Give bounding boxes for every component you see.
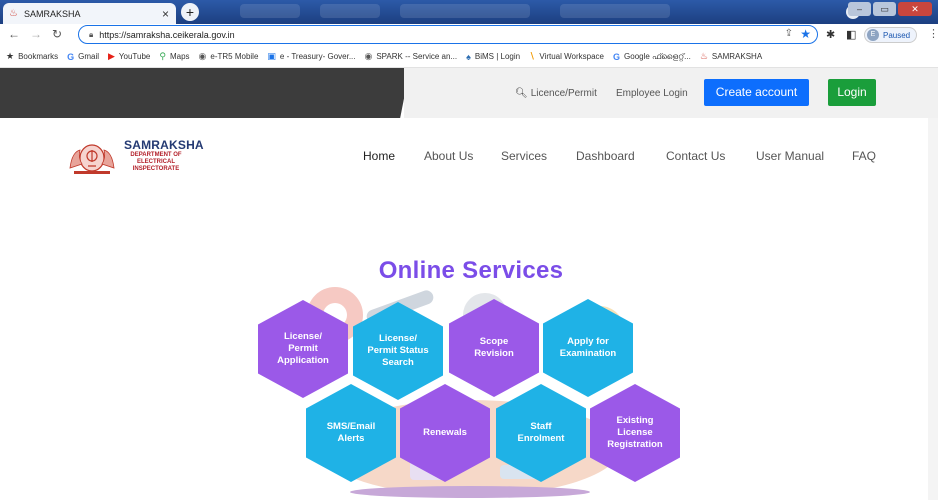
blurred-tab xyxy=(240,4,300,18)
bookmark-label: Virtual Workspace xyxy=(539,52,604,61)
maps-pin-icon: ⚲ xyxy=(159,51,166,61)
employee-login-link[interactable]: Employee Login xyxy=(616,88,688,99)
browser-tab-strip: ♨ SAMRAKSHA × + ⌄ – ▭ ✕ xyxy=(0,0,938,24)
workspace-icon: ∖ xyxy=(529,51,536,61)
bookmarks-bar: ★ Bookmarks G Gmail ▶ YouTube ⚲ Maps ◉ e-TR5 … xyxy=(0,46,938,68)
logo-title[interactable]: SAMRAKSHA xyxy=(124,138,204,152)
minimize-button[interactable]: – xyxy=(848,2,871,16)
bookmark-item[interactable]: ♠ BiMS | Login xyxy=(466,52,520,62)
tab-title: SAMRAKSHA xyxy=(23,8,81,19)
maximize-button[interactable]: ▭ xyxy=(873,2,896,16)
site-top-strip: 🔍︎ Licence/Permit Employee Login Create a… xyxy=(0,68,938,118)
nav-services[interactable]: Services xyxy=(501,149,547,163)
side-panel-icon[interactable]: ◧ xyxy=(846,28,856,41)
globe-icon: ◉ xyxy=(364,51,373,61)
blurred-tab xyxy=(400,4,530,18)
nav-contact-us[interactable]: Contact Us xyxy=(666,149,725,163)
samraksha-favicon-icon: ♨ xyxy=(9,8,18,19)
address-toolbar: ← → ↻ 🔒︎ https://samraksha.ceikerala.gov… xyxy=(0,24,938,46)
nav-user-manual[interactable]: User Manual xyxy=(756,149,824,163)
share-icon[interactable]: ⇪ xyxy=(785,28,793,39)
youtube-icon: ▶ xyxy=(108,51,115,61)
window-controls: – ▭ ✕ xyxy=(848,2,932,16)
menu-kebab-icon[interactable]: ⋮ xyxy=(928,27,938,40)
licence-permit-label: Licence/Permit xyxy=(530,88,597,99)
bookmark-label: Google ഫ്ളൈറ്റ്... xyxy=(624,51,691,61)
bookmark-item[interactable]: ⚲ Maps xyxy=(159,51,189,62)
profile-status: Paused xyxy=(883,30,911,40)
bookmark-item[interactable]: ∖ Virtual Workspace xyxy=(529,51,604,62)
bookmark-item[interactable]: ▣ e - Treasury- Gover... xyxy=(267,51,355,62)
bookmark-item[interactable]: ♨ SAMRAKSHA xyxy=(700,51,762,62)
bookmark-item[interactable]: G Gmail xyxy=(67,52,99,62)
online-services-title: Online Services xyxy=(378,257,564,284)
profile-paused-chip[interactable]: E Paused xyxy=(864,27,918,43)
kerala-emblem-logo[interactable] xyxy=(66,138,118,176)
bookmark-label: Gmail xyxy=(78,52,99,61)
bookmarks-star-icon: ★ xyxy=(6,51,15,61)
create-account-button[interactable]: Create account xyxy=(704,79,809,106)
bookmark-label: BiMS | Login xyxy=(474,52,521,61)
globe-icon: ◉ xyxy=(198,51,207,61)
url-field[interactable]: 🔒︎ https://samraksha.ceikerala.gov.in ⇪ … xyxy=(78,25,818,44)
bookmark-star-icon[interactable]: ★ xyxy=(800,27,811,41)
tab-close-icon[interactable]: × xyxy=(162,7,169,21)
browser-tab-active[interactable]: ♨ SAMRAKSHA × xyxy=(3,3,176,24)
url-text: https://samraksha.ceikerala.gov.in xyxy=(99,29,235,40)
forward-arrow-icon[interactable]: → xyxy=(30,27,42,41)
blurred-tab xyxy=(320,4,380,18)
google-icon: G xyxy=(67,51,75,62)
nav-about-us[interactable]: About Us xyxy=(424,149,473,163)
window-close-button[interactable]: ✕ xyxy=(898,2,932,16)
reload-icon[interactable]: ↻ xyxy=(52,27,62,41)
lock-icon: 🔒︎ xyxy=(89,29,94,39)
bookmark-item[interactable]: ★ Bookmarks xyxy=(6,51,58,62)
search-icon: 🔍︎ xyxy=(515,88,528,99)
bookmark-label: e-TR5 Mobile xyxy=(210,52,259,61)
bookmark-label: e - Treasury- Gover... xyxy=(279,52,356,61)
bims-icon: ♠ xyxy=(466,51,471,62)
avatar: E xyxy=(867,29,879,41)
dark-banner xyxy=(0,68,410,118)
extensions-puzzle-icon[interactable]: ✱ xyxy=(826,28,835,41)
bookmark-item[interactable]: G Google ഫ്ളൈറ്റ്... xyxy=(613,52,691,62)
licence-permit-search-link[interactable]: 🔍︎ Licence/Permit xyxy=(515,88,597,99)
samraksha-favicon-icon: ♨ xyxy=(699,51,708,61)
back-arrow-icon[interactable]: ← xyxy=(8,27,20,41)
page-scrollbar[interactable] xyxy=(928,118,938,500)
logo-subtitle: DEPARTMENT OF ELECTRICAL INSPECTORATE xyxy=(130,152,182,172)
bookmark-item[interactable]: ◉ SPARK -- Service an... xyxy=(364,51,457,62)
nav-home[interactable]: Home xyxy=(363,149,395,163)
bookmark-label: SPARK -- Service an... xyxy=(376,52,458,61)
new-tab-button[interactable]: + xyxy=(181,3,199,21)
bookmark-item[interactable]: ▶ YouTube xyxy=(108,51,150,62)
blurred-tab xyxy=(560,4,670,18)
login-button[interactable]: Login xyxy=(828,79,876,106)
bookmark-label: Maps xyxy=(169,52,190,61)
bookmark-item[interactable]: ◉ e-TR5 Mobile xyxy=(199,51,259,62)
nav-faq[interactable]: FAQ xyxy=(852,149,876,163)
nav-dashboard[interactable]: Dashboard xyxy=(576,149,635,163)
treasury-icon: ▣ xyxy=(267,51,276,61)
bookmark-label: YouTube xyxy=(118,52,151,61)
bookmark-label: Bookmarks xyxy=(18,52,59,61)
bookmark-label: SAMRAKSHA xyxy=(711,52,763,61)
google-icon: G xyxy=(613,51,621,62)
